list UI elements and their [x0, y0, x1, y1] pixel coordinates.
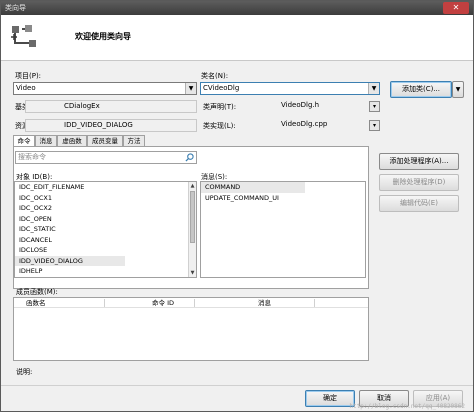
- edit-code-button[interactable]: 编辑代码(E): [379, 195, 459, 212]
- class-declaration-label: 类声明(T):: [203, 103, 237, 111]
- list-item[interactable]: IDC_EDIT_FILENAME: [15, 182, 196, 193]
- resource-value: IDD_VIDEO_DIALOG: [64, 121, 133, 129]
- delete-handler-button[interactable]: 删除处理程序(D): [379, 174, 459, 191]
- ok-button[interactable]: 确定: [305, 390, 355, 407]
- list-item[interactable]: IDC_OCX2: [15, 203, 196, 214]
- watermark: http://blog.csdn.net/qq_40820862: [349, 403, 465, 410]
- add-class-dropdown[interactable]: ▼: [452, 81, 464, 98]
- list-item-selected[interactable]: IDD_VIDEO_DIALOG: [15, 255, 125, 266]
- wizard-header: 欢迎使用类向导: [1, 15, 473, 61]
- object-ids-list[interactable]: IDC_EDIT_FILENAME IDC_OCX1 IDC_OCX2 IDC_…: [14, 181, 197, 278]
- welcome-heading: 欢迎使用类向导: [75, 32, 131, 41]
- project-value: Video: [16, 84, 36, 92]
- project-combo[interactable]: Video ▼: [13, 82, 197, 95]
- messages-list[interactable]: COMMAND UPDATE_COMMAND_UI: [200, 181, 366, 278]
- search-icon[interactable]: [185, 153, 194, 162]
- chevron-down-icon: ▼: [455, 86, 461, 93]
- list-item[interactable]: IDCLOSE: [15, 245, 196, 256]
- search-placeholder: 搜索命令: [18, 153, 46, 161]
- search-input[interactable]: 搜索命令: [15, 151, 197, 164]
- resource-field: IDD_VIDEO_DIALOG: [25, 119, 197, 132]
- list-item-selected[interactable]: COMMAND: [201, 182, 305, 193]
- member-functions-label: 成员函数(M):: [16, 288, 58, 296]
- scroll-thumb[interactable]: [190, 191, 195, 243]
- column-header-function[interactable]: 函数名: [26, 298, 46, 308]
- column-header-message[interactable]: 消息: [258, 298, 271, 308]
- column-header-command-id[interactable]: 命令 ID: [152, 298, 174, 308]
- close-icon: ✕: [452, 3, 460, 12]
- class-implementation-value: VideoDlg.cpp: [281, 120, 328, 128]
- class-declaration-browse[interactable]: ▾: [369, 101, 380, 112]
- apply-label: 应用(A): [425, 394, 451, 402]
- member-functions-table[interactable]: 函数名 命令 ID 消息: [13, 297, 369, 361]
- scroll-up-icon[interactable]: ▲: [189, 182, 196, 190]
- description-label: 说明:: [16, 368, 33, 376]
- object-ids-scrollbar[interactable]: ▲ ▼: [188, 182, 196, 277]
- list-item[interactable]: UPDATE_COMMAND_UI: [201, 193, 365, 204]
- ok-label: 确定: [323, 394, 337, 402]
- class-declaration-value: VideoDlg.h: [281, 101, 320, 109]
- class-declaration-field: VideoDlg.h: [243, 100, 365, 113]
- title-bar: 类向导 ✕: [1, 1, 473, 15]
- scroll-down-icon[interactable]: ▼: [189, 269, 196, 277]
- list-item[interactable]: IDCANCEL: [15, 235, 196, 246]
- window-title: 类向导: [5, 4, 26, 12]
- chevron-down-icon[interactable]: ▼: [368, 83, 379, 94]
- list-item[interactable]: IDC_OCX1: [15, 193, 196, 204]
- classname-label: 类名(N):: [201, 72, 229, 80]
- base-class-field: CDialogEx: [25, 100, 197, 113]
- add-handler-label: 添加处理程序(A)...: [389, 157, 449, 165]
- add-class-label: 添加类(C)...: [401, 85, 441, 93]
- add-class-button[interactable]: 添加类(C)...: [390, 81, 452, 98]
- tab-label: 方法: [127, 137, 141, 145]
- list-item[interactable]: IDHELP: [15, 266, 196, 277]
- chevron-down-icon: ▾: [372, 122, 376, 129]
- delete-handler-label: 删除处理程序(D): [392, 178, 446, 186]
- tab-label: 成员变量: [92, 137, 118, 145]
- classname-value: CVideoDlg: [203, 84, 240, 92]
- project-label: 项目(P):: [15, 72, 42, 80]
- classname-combo[interactable]: CVideoDlg ▼: [200, 82, 380, 95]
- chevron-down-icon: ▾: [372, 103, 376, 110]
- class-implementation-field: VideoDlg.cpp: [243, 119, 365, 132]
- tab-label: 虚函数: [62, 137, 82, 145]
- add-handler-button[interactable]: 添加处理程序(A)...: [379, 153, 459, 170]
- list-item[interactable]: IDC_OPEN: [15, 214, 196, 225]
- cancel-label: 取消: [377, 394, 391, 402]
- footer: 确定 取消 应用(A) http://blog.csdn.net/qq_4082…: [1, 385, 473, 411]
- class-implementation-browse[interactable]: ▾: [369, 120, 380, 131]
- chevron-down-icon[interactable]: ▼: [185, 83, 196, 94]
- close-button[interactable]: ✕: [443, 2, 469, 14]
- list-item[interactable]: IDC_STATIC: [15, 224, 196, 235]
- tab-label: 命令: [17, 137, 31, 145]
- class-implementation-label: 类实现(L):: [203, 122, 236, 130]
- wizard-icon: [11, 25, 36, 47]
- table-header: 函数名 命令 ID 消息: [14, 298, 368, 308]
- edit-code-label: 编辑代码(E): [400, 199, 438, 207]
- base-class-value: CDialogEx: [64, 102, 100, 110]
- class-wizard-window: 类向导 ✕ 欢迎使用类向导 项目(P): Video ▼ 类名(N): CVid…: [0, 0, 474, 412]
- tab-label: 消息: [39, 137, 53, 145]
